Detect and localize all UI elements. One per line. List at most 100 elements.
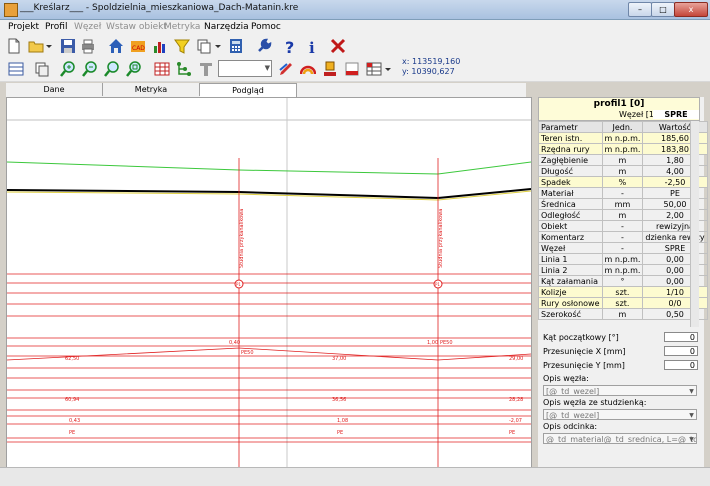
rainbow-icon[interactable]: [300, 61, 316, 77]
table-row[interactable]: Rury osłonowe szt. 0/0: [538, 297, 708, 309]
param-unit-cell: m: [601, 209, 644, 221]
network-nodes-icon[interactable]: [176, 61, 192, 77]
zoom-in-icon[interactable]: [60, 61, 76, 77]
menu-bar: Projekt Profil Węzeł Wstaw obiekt Metryk…: [0, 20, 710, 35]
table-grid-icon[interactable]: [154, 61, 170, 77]
table-row[interactable]: Kolizje szt. 1/10: [538, 286, 708, 298]
wrench-icon[interactable]: [256, 38, 272, 54]
node-1[interactable]: P1 Studnia przykanalikowa: [234, 209, 245, 289]
menu-metryka[interactable]: Metryka: [164, 22, 200, 32]
chevron-down-icon: ▼: [689, 388, 694, 395]
info-icon[interactable]: i: [304, 38, 320, 54]
param-name-cell: Długość: [538, 165, 603, 177]
table-scrollbar[interactable]: [690, 121, 699, 327]
open-folder-icon[interactable]: [28, 38, 44, 54]
band-depth-1: 0,40: [229, 340, 240, 346]
param-name-cell: Zagłębienie: [538, 154, 603, 166]
bar-chart-icon[interactable]: [152, 38, 168, 54]
menu-profil[interactable]: Profil: [45, 22, 67, 32]
main-toolbar: CAD ? i: [0, 35, 710, 58]
filter-funnel-icon[interactable]: [174, 38, 190, 54]
shift-y-input[interactable]: 0: [664, 360, 698, 370]
red-box-icon[interactable]: [344, 61, 360, 77]
chevron-down-icon: ▼: [689, 412, 694, 419]
tab-dane[interactable]: Dane: [6, 83, 103, 96]
param-name-cell: Linia 2: [538, 264, 603, 276]
tab-podglad[interactable]: Podgląd: [200, 83, 297, 97]
table-row[interactable]: Spadek% -2,50: [538, 176, 708, 188]
param-name-cell: Średnica: [538, 198, 603, 210]
menu-wstaw-obiekt[interactable]: Wstaw obiekt: [106, 22, 167, 32]
new-file-icon[interactable]: [6, 38, 22, 54]
node-2[interactable]: P1 Studnia przykanalikowa: [433, 209, 444, 289]
dropdown-arrow-icon[interactable]: [214, 38, 222, 54]
band-row5-value: PE: [509, 430, 515, 436]
start-angle-input[interactable]: 0: [664, 332, 698, 342]
table-row[interactable]: Szerokość m 0,50: [538, 308, 708, 320]
layers-list-icon[interactable]: [8, 61, 24, 77]
start-angle-label: Kąt początkowy [°]: [543, 333, 619, 342]
shift-x-input[interactable]: 0: [664, 346, 698, 356]
column-header: Jedn.: [601, 121, 644, 133]
chevron-down-icon: ▼: [264, 64, 270, 72]
param-name-cell: Obiekt: [538, 220, 603, 232]
profile-drawing-canvas[interactable]: P1 Studnia przykanalikowa P1 Studnia prz…: [6, 97, 532, 469]
menu-projekt[interactable]: Projekt: [8, 22, 39, 32]
save-icon[interactable]: [60, 38, 76, 54]
calculator-icon[interactable]: [228, 38, 244, 54]
close-button[interactable]: x: [674, 2, 708, 17]
segment-desc-combo[interactable]: @_td_material@_td_srednica, L=@_td_dl ▼: [543, 433, 697, 444]
band-row3-value: 28,28: [509, 397, 523, 403]
pen-marker-icon[interactable]: [278, 61, 294, 77]
grid-settings-icon[interactable]: [366, 61, 382, 77]
help-question-icon[interactable]: ?: [282, 38, 298, 54]
table-row[interactable]: Średnica mm 50,00: [538, 198, 708, 210]
node-desc-combo[interactable]: [@_td_wezel] ▼: [543, 385, 697, 396]
table-row[interactable]: Linia 2m n.p.m. 0,00: [538, 264, 708, 276]
cad-icon[interactable]: CAD: [130, 38, 146, 54]
node-pin-icon[interactable]: [322, 61, 338, 77]
node-2-vertical-label: Studnia przykanalikowa: [438, 209, 444, 268]
node-value[interactable]: SPRE: [653, 110, 699, 119]
table-row[interactable]: Materiał - PE: [538, 187, 708, 199]
print-icon[interactable]: [80, 38, 96, 54]
menu-wezel[interactable]: Węzeł: [74, 22, 101, 32]
delete-x-icon[interactable]: [330, 38, 346, 54]
param-name-cell: Materiał: [538, 187, 603, 199]
minimize-button[interactable]: –: [628, 2, 652, 17]
param-unit-cell: szt.: [601, 297, 644, 309]
node-well-desc-combo[interactable]: [@_td_wezel] ▼: [543, 409, 697, 420]
table-row[interactable]: Teren istn. m n.p.m. 185,60: [538, 132, 708, 144]
band-row4-value: 0,43: [69, 418, 80, 424]
table-row[interactable]: Długość m 4,00: [538, 165, 708, 177]
zoom-window-icon[interactable]: [126, 61, 142, 77]
home-icon[interactable]: [108, 38, 124, 54]
table-row[interactable]: Rzędna rury m n.p.m. 183,80: [538, 143, 708, 155]
dropdown-arrow-icon[interactable]: [384, 61, 392, 77]
layer-select-combo[interactable]: ▼: [218, 60, 272, 77]
copy-pages-icon[interactable]: [196, 38, 212, 54]
zoom-fit-icon[interactable]: [104, 61, 120, 77]
table-row[interactable]: Linia 1m n.p.m. 0,00: [538, 253, 708, 265]
maximize-button[interactable]: □: [651, 2, 675, 17]
dropdown-arrow-icon[interactable]: [45, 38, 53, 54]
table-row[interactable]: Komentarz - dzienka rewizy: [538, 231, 708, 243]
menu-pomoc[interactable]: Pomoc: [251, 22, 281, 32]
profile-panel: profil1 [0] Węzeł [1]: SPRE Parametr Jed…: [538, 97, 708, 467]
band-row2-value: 37,00: [332, 356, 346, 362]
param-name-cell: Teren istn.: [538, 132, 603, 144]
table-row[interactable]: Odległość m 2,00: [538, 209, 708, 221]
band-row5-value: PE: [337, 430, 343, 436]
node-1-vertical-label: Studnia przykanalikowa: [239, 209, 245, 268]
table-header-row: Parametr Jedn. Wartość: [538, 121, 708, 133]
tab-metryka[interactable]: Metryka: [103, 83, 200, 96]
window-copy-icon[interactable]: [34, 61, 50, 77]
menu-narzedzia[interactable]: Narzędzia: [204, 22, 249, 32]
band-row3-value: 36,56: [332, 397, 346, 403]
table-row[interactable]: Kąt załamania ° 0,00: [538, 275, 708, 287]
zoom-out-icon[interactable]: [82, 61, 98, 77]
pipe-t-icon[interactable]: [198, 61, 214, 77]
table-row[interactable]: Węzeł - SPRE: [538, 242, 708, 254]
table-row[interactable]: Obiekt - rewizyjna: [538, 220, 708, 232]
table-row[interactable]: Zagłębienie m 1,80: [538, 154, 708, 166]
